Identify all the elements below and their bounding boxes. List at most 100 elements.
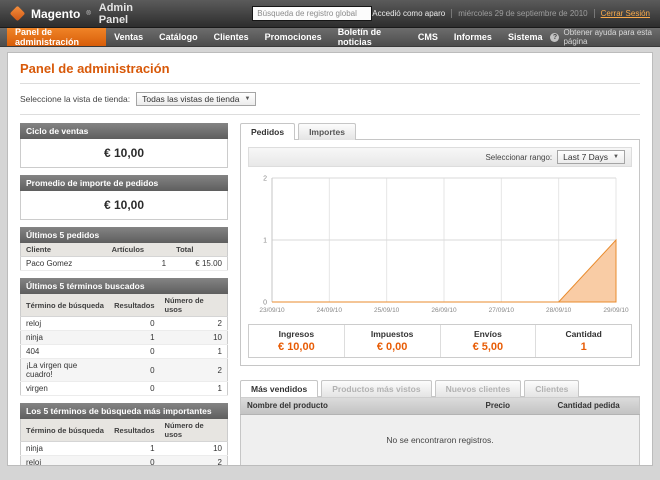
svg-text:29/09/10: 29/09/10	[603, 307, 629, 314]
orders-chart: 0 1 2 23/09/10 24/09/10 25/09/10 26/09/10 27/09…	[248, 170, 632, 318]
table-row[interactable]: reloj 0 2	[21, 317, 228, 331]
current-date: miércoles 29 de septiembre de 2010	[452, 9, 594, 18]
svg-text:0: 0	[263, 300, 267, 307]
page-help-label: Obtener ayuda para esta página	[563, 28, 653, 46]
top-search-title: Los 5 términos de búsqueda más important…	[20, 403, 228, 419]
logout-link[interactable]: Cerrar Sesión	[595, 9, 650, 18]
stat-impuestos: Impuestos € 0,00	[345, 325, 441, 357]
chevron-down-icon: ▼	[244, 96, 250, 102]
nav-item-panel-de-administracion[interactable]: Panel de administración	[7, 28, 106, 46]
table-row[interactable]: ¡La virgen que cuadro! 0 2	[21, 359, 228, 382]
table-row[interactable]: reloj 0 2	[21, 456, 228, 467]
grid-tabs: Más vendidos Productos más vistos Nuevos…	[240, 380, 640, 396]
nav-item-promociones[interactable]: Promociones	[257, 28, 330, 46]
bestsellers-table: Nombre del producto Precio Cantidad pedi…	[240, 396, 640, 466]
brand-name: Magento	[31, 7, 80, 21]
svg-text:25/09/10: 25/09/10	[374, 307, 400, 314]
col-usos: Número de usos	[160, 294, 228, 317]
col-usos: Número de usos	[160, 419, 228, 442]
global-search-input[interactable]	[252, 6, 372, 21]
bestsellers-section: Más vendidos Productos más vistos Nuevos…	[240, 380, 640, 466]
average-orders-title: Promedio de importe de pedidos	[20, 175, 228, 191]
store-view-selected: Todas las vistas de tienda	[142, 94, 239, 104]
tab-mas-vendidos[interactable]: Más vendidos	[240, 380, 318, 397]
svg-text:27/09/10: 27/09/10	[489, 307, 515, 314]
tab-clientes[interactable]: Clientes	[524, 380, 579, 397]
table-row[interactable]: virgen 0 1	[21, 382, 228, 396]
svg-text:23/09/10: 23/09/10	[259, 307, 285, 314]
svg-text:24/09/10: 24/09/10	[317, 307, 343, 314]
order-items: 1	[107, 257, 171, 271]
col-total: Total	[171, 243, 227, 257]
page-title: Panel de administración	[20, 61, 640, 83]
logged-in-as: Accedió como aparo	[372, 9, 452, 18]
nav-item-sistema[interactable]: Sistema	[500, 28, 551, 46]
tab-importes[interactable]: Importes	[298, 123, 356, 140]
range-bar: Seleccionar rango: Last 7 Days ▼	[248, 147, 632, 167]
last-orders-block: Últimos 5 pedidos Cliente Artículos Tota…	[20, 227, 228, 271]
svg-text:26/09/10: 26/09/10	[431, 307, 457, 314]
page-background: Panel de administración Seleccione la vi…	[0, 47, 660, 480]
table-row[interactable]: ninja 1 10	[21, 442, 228, 456]
top-search-block: Los 5 términos de búsqueda más important…	[20, 403, 228, 466]
store-row-divider	[20, 114, 640, 115]
tab-nuevos-clientes[interactable]: Nuevos clientes	[435, 380, 522, 397]
session-info: Accedió como aparo miércoles 29 de septi…	[372, 9, 650, 18]
chevron-down-icon: ▼	[613, 154, 619, 160]
nav-item-boletin[interactable]: Boletín de noticias	[330, 28, 410, 46]
top-header: Magento ® Admin Panel Accedió como aparo…	[0, 0, 660, 28]
main-nav: Panel de administración Ventas Catálogo …	[0, 28, 660, 47]
lifetime-sales-value: € 10,00	[20, 139, 228, 168]
store-view-row: Seleccione la vista de tienda: Todas las…	[20, 84, 640, 114]
table-row[interactable]: ninja 1 10	[21, 331, 228, 345]
table-header-row: Cliente Artículos Total	[21, 243, 228, 257]
stat-ingresos: Ingresos € 10,00	[249, 325, 345, 357]
order-total: € 15.00	[171, 257, 227, 271]
col-cantidad-pedida: Cantidad pedida	[552, 397, 640, 415]
page-help-link[interactable]: ? Obtener ayuda para esta página	[550, 28, 653, 46]
tab-pedidos[interactable]: Pedidos	[240, 123, 295, 140]
last-search-block: Últimos 5 términos buscados Término de b…	[20, 278, 228, 396]
stat-envios: Envíos € 5,00	[441, 325, 537, 357]
empty-row: No se encontraron registros.	[241, 415, 640, 466]
col-nombre-producto: Nombre del producto	[241, 397, 480, 415]
store-view-select[interactable]: Todas las vistas de tienda ▼	[136, 92, 256, 106]
tab-productos-mas-vistos[interactable]: Productos más vistos	[321, 380, 431, 397]
magento-logo-icon	[10, 6, 26, 22]
average-orders-block: Promedio de importe de pedidos € 10,00	[20, 175, 228, 220]
svg-text:2: 2	[263, 176, 267, 183]
top-search-table: Término de búsqueda Resultados Número de…	[20, 419, 228, 466]
store-view-label: Seleccione la vista de tienda:	[20, 94, 130, 104]
svg-text:28/09/10: 28/09/10	[546, 307, 572, 314]
nav-item-clientes[interactable]: Clientes	[206, 28, 257, 46]
dashboard-content: Panel de administración Seleccione la vi…	[7, 52, 653, 466]
registered-mark: ®	[86, 11, 90, 17]
last-orders-title: Últimos 5 pedidos	[20, 227, 228, 243]
nav-item-informes[interactable]: Informes	[446, 28, 500, 46]
dashboard-left-column: Ciclo de ventas € 10,00 Promedio de impo…	[20, 123, 228, 466]
table-header-row: Término de búsqueda Resultados Número de…	[21, 419, 228, 442]
dashboard-columns: Ciclo de ventas € 10,00 Promedio de impo…	[20, 123, 640, 466]
range-select[interactable]: Last 7 Days ▼	[557, 150, 625, 164]
lifetime-sales-title: Ciclo de ventas	[20, 123, 228, 139]
customer-name: Paco Gomez	[21, 257, 107, 271]
svg-text:1: 1	[263, 238, 267, 245]
lifetime-sales-block: Ciclo de ventas € 10,00	[20, 123, 228, 168]
table-row[interactable]: Paco Gomez 1 € 15.00	[21, 257, 228, 271]
col-termino: Término de búsqueda	[21, 294, 110, 317]
col-precio: Precio	[480, 397, 552, 415]
magento-admin-window: Magento ® Admin Panel Accedió como aparo…	[0, 0, 660, 480]
col-articulos: Artículos	[107, 243, 171, 257]
orders-chart-panel: Seleccionar rango: Last 7 Days ▼ 0 1 2 23/0…	[240, 139, 640, 366]
table-header-row: Nombre del producto Precio Cantidad pedi…	[241, 397, 640, 415]
nav-item-ventas[interactable]: Ventas	[106, 28, 151, 46]
col-resultados: Resultados	[109, 294, 159, 317]
chart-tabs: Pedidos Importes	[240, 123, 640, 139]
table-row[interactable]: 404 0 1	[21, 345, 228, 359]
range-label: Seleccionar rango:	[485, 153, 552, 162]
empty-message: No se encontraron registros.	[241, 415, 640, 466]
col-termino: Término de búsqueda	[21, 419, 110, 442]
table-header-row: Término de búsqueda Resultados Número de…	[21, 294, 228, 317]
nav-item-cms[interactable]: CMS	[410, 28, 446, 46]
nav-item-catalogo[interactable]: Catálogo	[151, 28, 206, 46]
